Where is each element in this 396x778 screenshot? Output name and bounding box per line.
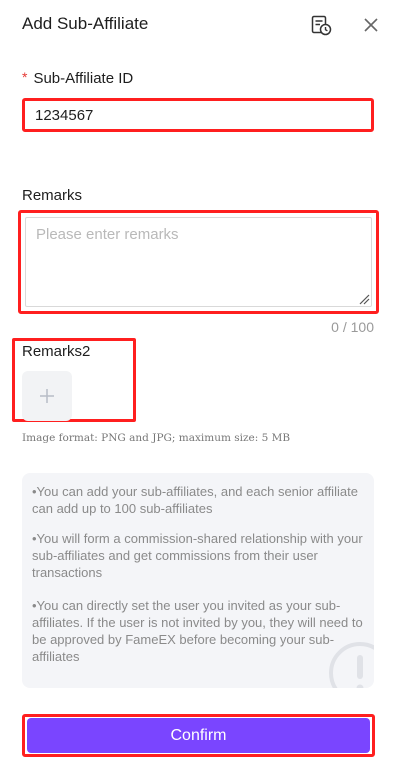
confirm-button[interactable]: Confirm [27, 718, 370, 753]
remarks-textarea[interactable] [25, 217, 372, 307]
upload-format-hint: Image format: PNG and JPG; maximum size:… [22, 432, 291, 444]
info-item: •You will form a commission-shared relat… [32, 531, 363, 580]
info-item: •You can directly set the user you invit… [32, 598, 363, 664]
sub-affiliate-id-input[interactable] [22, 98, 374, 132]
remarks2-label: Remarks2 [22, 343, 91, 360]
info-item: •You can add your sub-affiliates, and ea… [32, 484, 358, 516]
image-upload-button[interactable] [22, 371, 72, 421]
remarks-field-outline [18, 210, 379, 314]
close-icon[interactable] [361, 15, 381, 35]
remarks-label: Remarks [22, 187, 83, 204]
remarks-char-counter: 0 / 100 [331, 319, 374, 335]
dialog-title: Add Sub-Affiliate [22, 14, 149, 33]
history-icon[interactable] [310, 14, 332, 36]
plus-icon [40, 389, 54, 403]
info-card: •You can add your sub-affiliates, and ea… [22, 473, 374, 688]
exclamation-circle-icon [329, 642, 374, 688]
resize-handle-icon[interactable] [358, 293, 370, 305]
required-mark: * [22, 69, 28, 85]
sub-affiliate-id-label-text: Sub-Affiliate ID [33, 70, 134, 87]
sub-affiliate-id-label: * Sub-Affiliate ID [22, 68, 133, 89]
